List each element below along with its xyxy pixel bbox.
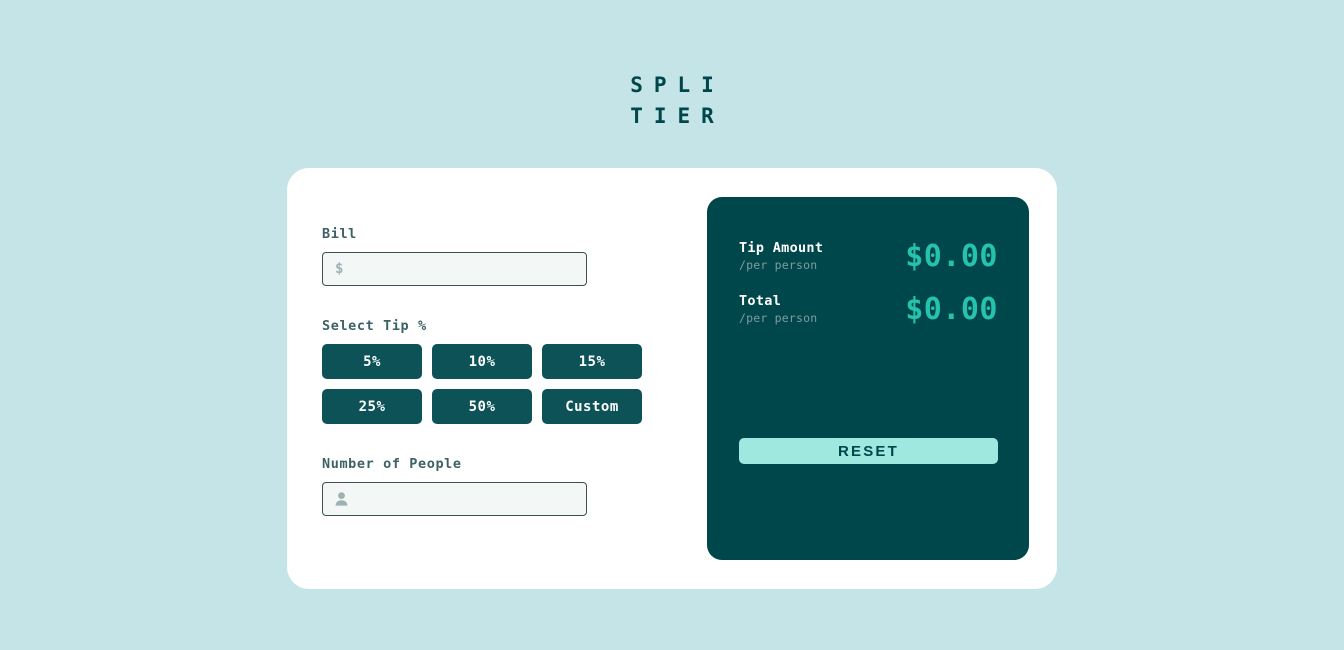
people-input[interactable] — [323, 483, 586, 515]
app-title-line-2: TIER — [630, 104, 725, 128]
select-tip-label: Select Tip % — [322, 318, 427, 334]
results-panel: Tip Amount /per person $0.00 Total /per … — [707, 197, 1029, 560]
tip-amount-labels: Tip Amount /per person — [739, 239, 823, 274]
bill-label: Bill — [322, 226, 357, 242]
tip-option-5[interactable]: 5% — [322, 344, 422, 379]
total-subtitle: /per person — [739, 311, 818, 325]
bill-input-wrapper[interactable]: $ — [322, 252, 587, 286]
tip-option-10[interactable]: 10% — [432, 344, 532, 379]
total-row: Total /per person $0.00 — [739, 292, 998, 327]
bill-input[interactable] — [323, 253, 586, 285]
number-of-people-label: Number of People — [322, 456, 462, 472]
reset-button[interactable]: RESET — [739, 438, 998, 464]
people-input-wrapper[interactable] — [322, 482, 587, 516]
total-value: $0.00 — [905, 291, 998, 327]
tip-amount-row: Tip Amount /per person $0.00 — [739, 239, 998, 274]
tip-option-15[interactable]: 15% — [542, 344, 642, 379]
calculator-card: Bill $ Select Tip % 5% 10% 15% 25% 50% C… — [287, 168, 1057, 589]
tip-amount-title: Tip Amount — [739, 240, 824, 256]
tip-amount-value: $0.00 — [905, 238, 998, 274]
total-labels: Total /per person — [739, 292, 817, 327]
app-title-line-1: SPLI — [630, 73, 725, 97]
form-column: Bill $ Select Tip % 5% 10% 15% 25% 50% C… — [287, 168, 707, 589]
tip-option-50[interactable]: 50% — [432, 389, 532, 424]
total-title: Total — [739, 293, 782, 309]
app-title: SPLI TIER — [0, 70, 1344, 132]
tip-amount-subtitle: /per person — [739, 258, 818, 272]
tip-options-grid: 5% 10% 15% 25% 50% Custom — [322, 344, 642, 424]
tip-option-25[interactable]: 25% — [322, 389, 422, 424]
tip-option-custom[interactable]: Custom — [542, 389, 642, 424]
